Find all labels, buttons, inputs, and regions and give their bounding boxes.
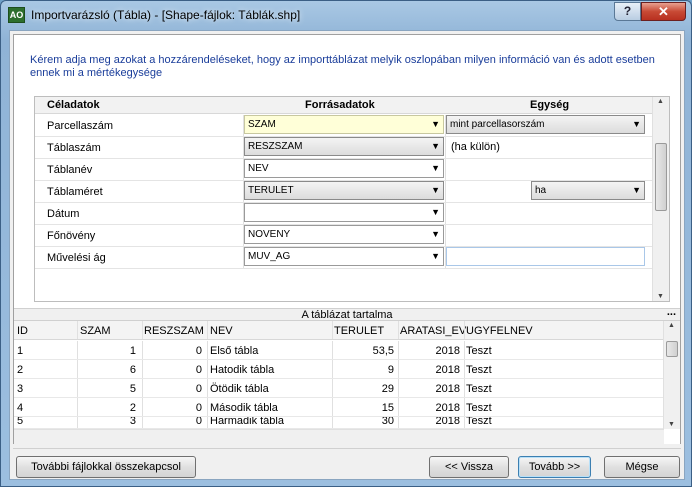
next-button[interactable]: Tovább >> (518, 456, 591, 478)
table-row[interactable]: 5 3 0 Harmadik tábla 30 2018 Teszt (14, 417, 664, 429)
table-row[interactable]: 3 5 0 Ötödik tábla 29 2018 Teszt (14, 379, 664, 398)
back-button[interactable]: << Vissza (429, 456, 509, 478)
merge-files-button[interactable]: További fájlokkal összekapcsol (16, 456, 196, 478)
table-row[interactable]: 1 1 0 Első tábla 53,5 2018 Teszt (14, 341, 664, 360)
unit-select-tablameret[interactable]: ha ▼ (531, 181, 645, 200)
source-select-tablanev[interactable]: NEV ▼ (244, 159, 444, 178)
cancel-button[interactable]: Mégse (604, 456, 680, 478)
column-header[interactable]: NEV (210, 325, 233, 337)
window-title: Importvarázsló (Tábla) - [Shape-fájlok: … (31, 8, 301, 22)
scroll-up-icon[interactable]: ▲ (657, 98, 664, 105)
row-label: Táblaméret (47, 186, 103, 198)
source-select-tablaszam[interactable]: RESZSZAM ▼ (244, 137, 444, 156)
mapping-row-datum: Dátum ▼ (35, 203, 653, 225)
column-header[interactable]: RESZSZAM (144, 325, 204, 337)
chevron-down-icon: ▼ (431, 207, 440, 217)
instructions-text: Kérem adja meg azokat a hozzárendeléseke… (30, 54, 655, 79)
table-horizontal-scrollbar[interactable] (14, 429, 664, 444)
table-header-row: ID SZAM RESZSZAM NEV TERULET ARATASI_EV … (14, 321, 664, 340)
dialog-client-area: Kérem adja meg azokat a hozzárendeléseke… (9, 30, 685, 480)
mapping-header: Céladatok Forrásadatok Egység (35, 97, 653, 114)
mapping-row-fonoveny: Főnövény NOVENY ▼ (35, 225, 653, 247)
row-label: Főnövény (47, 230, 96, 242)
source-select-muvelesi-ag[interactable]: MUV_AG ▼ (244, 247, 444, 266)
mapping-row-tablanev: Táblanév NEV ▼ (35, 159, 653, 181)
source-select-fonoveny[interactable]: NOVENY ▼ (244, 225, 444, 244)
source-select-parcellaszam[interactable]: SZAM ▼ (244, 115, 444, 134)
table-content-header: A táblázat tartalma ... (14, 306, 680, 321)
row-label: Parcellaszám (47, 120, 114, 132)
chevron-down-icon: ▼ (431, 141, 440, 151)
chevron-down-icon: ▼ (431, 119, 440, 129)
table-row[interactable]: 2 6 0 Hatodik tábla 9 2018 Teszt (14, 360, 664, 379)
chevron-down-icon: ▼ (632, 185, 641, 195)
column-header[interactable]: ARATASI_EV (400, 325, 466, 337)
row-label: Táblanév (47, 164, 93, 176)
mapping-row-tablameret: Táblaméret TERULET ▼ ha ▼ (35, 181, 653, 203)
import-wizard-window: AO Importvarázsló (Tábla) - [Shape-fájlo… (0, 0, 692, 487)
scroll-down-icon[interactable]: ▼ (668, 421, 675, 428)
title-bar[interactable]: AO Importvarázsló (Tábla) - [Shape-fájlo… (1, 1, 691, 29)
source-select-datum[interactable]: ▼ (244, 203, 444, 222)
unit-field-muvelesi-ag[interactable] (446, 247, 645, 266)
mapping-row-muvelesi-ag: Művelési ág MUV_AG ▼ (35, 247, 653, 269)
table-vertical-scrollbar[interactable]: ▲ ▼ (663, 321, 680, 429)
row-label: Dátum (47, 208, 80, 220)
help-button[interactable]: ? (614, 2, 641, 21)
unit-select-parcellaszam[interactable]: mint parcellasorszám ▼ (446, 115, 645, 134)
content-panel: Kérem adja meg azokat a hozzárendeléseke… (13, 34, 681, 444)
scrollbar-thumb[interactable] (666, 341, 678, 357)
table-row[interactable]: 4 2 0 Második tábla 15 2018 Teszt (14, 398, 664, 417)
app-icon: AO (8, 7, 25, 23)
mapping-vertical-scrollbar[interactable]: ▲ ▼ (652, 97, 669, 301)
chevron-down-icon: ▼ (431, 163, 440, 173)
chevron-down-icon: ▼ (632, 119, 641, 129)
source-select-tablameret[interactable]: TERULET ▼ (244, 181, 444, 200)
header-source-data: Forrásadatok (305, 99, 375, 111)
source-data-table: ID SZAM RESZSZAM NEV TERULET ARATASI_EV … (14, 321, 680, 444)
header-unit: Egység (530, 99, 570, 111)
chevron-down-icon: ▼ (431, 251, 440, 261)
button-separator (13, 448, 681, 449)
scrollbar-thumb[interactable] (655, 143, 667, 211)
column-header[interactable]: SZAM (80, 325, 111, 337)
tablaszam-note: (ha külön) (451, 141, 500, 153)
column-header[interactable]: UGYFELNEV (466, 325, 533, 337)
chevron-down-icon: ▼ (431, 229, 440, 239)
chevron-down-icon: ▼ (431, 185, 440, 195)
field-mapping-grid: Céladatok Forrásadatok Egység Parcellasz… (34, 96, 670, 302)
column-header[interactable]: TERULET (334, 325, 384, 337)
scroll-up-icon[interactable]: ▲ (668, 322, 675, 329)
close-button[interactable]: ✕ (641, 2, 686, 21)
table-content-title: A táblázat tartalma (301, 309, 393, 321)
header-target-data: Céladatok (47, 99, 100, 111)
scroll-down-icon[interactable]: ▼ (657, 293, 664, 300)
column-header[interactable]: ID (17, 325, 28, 337)
mapping-row-parcellaszam: Parcellaszám SZAM ▼ mint parcellasorszám… (35, 115, 653, 137)
mapping-row-tablaszam: Táblaszám RESZSZAM ▼ (ha külön) (35, 137, 653, 159)
row-label: Művelési ág (47, 252, 106, 264)
more-button[interactable]: ... (667, 306, 676, 318)
row-label: Táblaszám (47, 142, 101, 154)
